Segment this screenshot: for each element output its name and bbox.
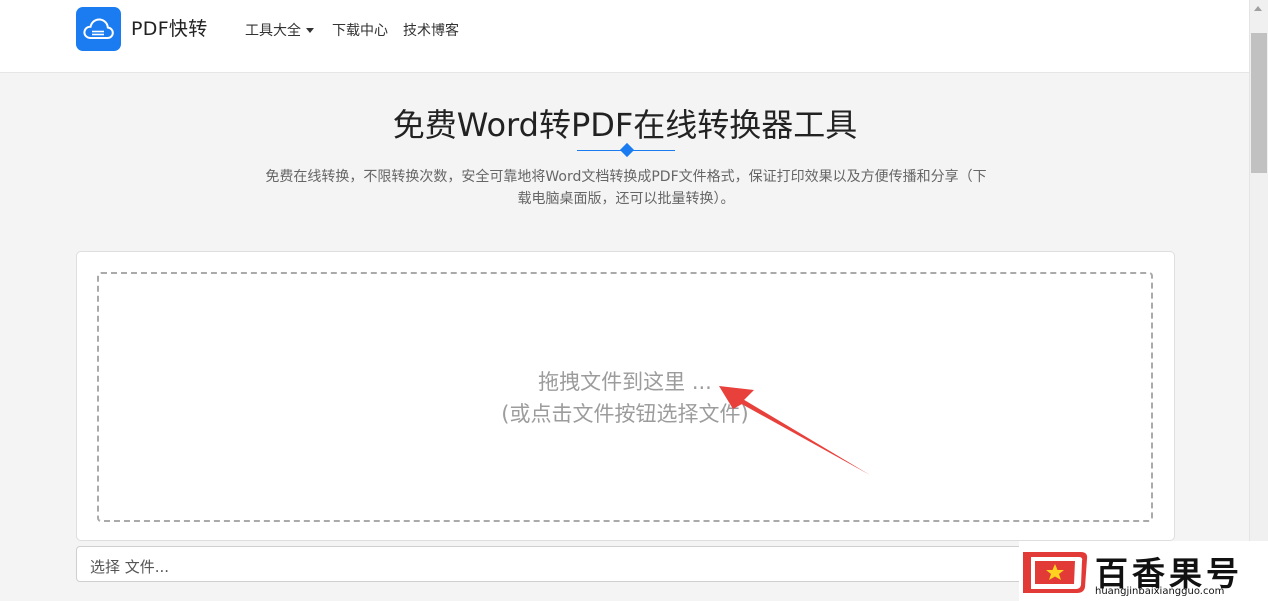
dropzone-secondary-text: (或点击文件按钮选择文件): [501, 402, 749, 426]
upload-panel: 拖拽文件到这里 ... (或点击文件按钮选择文件): [76, 251, 1175, 541]
nav-download-center[interactable]: 下载中心: [332, 20, 388, 40]
scroll-up-arrow-icon[interactable]: [1254, 6, 1262, 11]
vertical-scrollbar[interactable]: [1249, 0, 1268, 601]
scroll-thumb[interactable]: [1251, 33, 1267, 173]
watermark-url: huangjinbaixiangguo.com: [1095, 586, 1225, 597]
file-dropzone[interactable]: 拖拽文件到这里 ... (或点击文件按钮选择文件): [97, 272, 1153, 522]
page-description: 免费在线转换，不限转换次数，安全可靠地将Word文档转换成PDF文件格式，保证打…: [265, 169, 987, 207]
cloud-icon: [83, 18, 114, 39]
logo[interactable]: [76, 7, 121, 51]
page-title: 免费Word转PDF在线转换器工具: [392, 106, 858, 144]
nav-tech-blog[interactable]: 技术博客: [403, 20, 459, 40]
nav-tools-dropdown[interactable]: 工具大全: [245, 20, 314, 40]
caret-down-icon: [306, 27, 314, 33]
watermark-logo-icon: [1021, 549, 1089, 595]
top-header: PDF快转 工具大全 下载中心 技术博客: [0, 0, 1250, 73]
page: PDF快转 工具大全 下载中心 技术博客 免费Word转PDF在线转换器工具 免…: [0, 0, 1268, 601]
choose-file-input[interactable]: 选择 文件...: [76, 546, 1173, 582]
nav-tools-label: 工具大全: [245, 23, 301, 39]
watermark: 百香果号 huangjinbaixiangguo.com: [1019, 541, 1268, 601]
brand-name[interactable]: PDF快转: [131, 14, 208, 41]
dropzone-text: 拖拽文件到这里 ... (或点击文件按钮选择文件): [99, 366, 1151, 430]
dropzone-primary-text: 拖拽文件到这里 ...: [538, 370, 712, 394]
file-input-placeholder: 选择 文件...: [90, 558, 170, 576]
